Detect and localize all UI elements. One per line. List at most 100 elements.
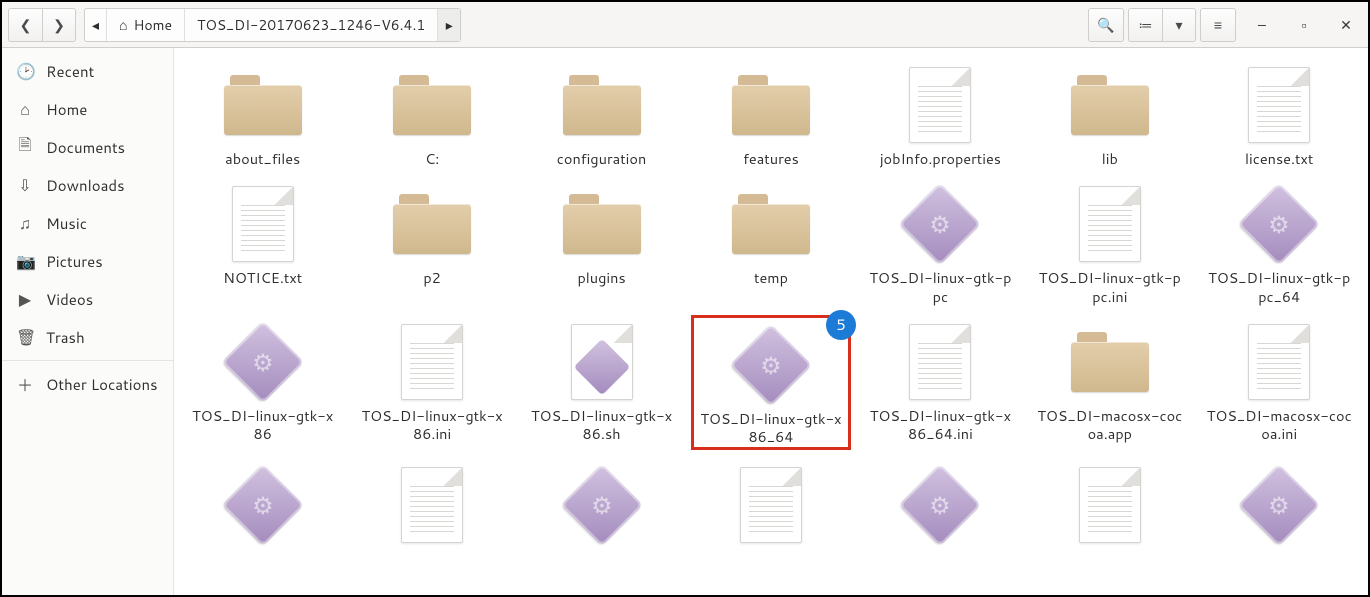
file-label: about_files (225, 150, 300, 169)
sidebar-item-label: Other Locations (46, 374, 158, 395)
file-label: TOS_DI-linux-gtk-x86.sh (527, 407, 677, 445)
exec-icon: ⚙ (1234, 183, 1324, 265)
sidebar-item-label: Videos (46, 289, 93, 310)
file-item[interactable]: TOS_DI-macosx-cocoa.app (1030, 315, 1190, 451)
sidebar-icon: ⇩ (16, 174, 34, 197)
file-item[interactable]: jobInfo.properties (860, 58, 1020, 169)
file-label: p2 (423, 269, 441, 288)
file-item[interactable]: TOS_DI-linux-gtk-ppc.ini (1030, 177, 1190, 307)
folder-icon (726, 183, 816, 265)
sidebar-item-trash[interactable]: 🗑Trash (2, 318, 173, 356)
path-current[interactable]: TOS_DI-20170623_1246-V6.4.1 (185, 9, 438, 41)
file-label: TOS_DI-linux-gtk-x86 (188, 407, 338, 445)
file-item[interactable]: configuration (522, 58, 682, 169)
file-item[interactable]: C: (352, 58, 512, 169)
path-next-icon[interactable]: ▸ (438, 9, 460, 41)
chevron-down-icon: ▾ (1175, 15, 1182, 35)
maximize-button[interactable]: ▫ (1288, 9, 1320, 41)
sidebar: 🕑 Recent ⌂Home 🗎 Documents ⇩ Downloads ♫Music📷P… (2, 48, 174, 595)
file-label: TOS_DI-linux-gtk-x86_64 (696, 410, 846, 448)
menu-view-button[interactable]: ▾ (1162, 8, 1196, 42)
sidebar-item-label: Recent (46, 61, 94, 82)
search-button[interactable]: 🔍 (1088, 8, 1124, 42)
file-label: TOS_DI-linux-gtk-ppc.ini (1035, 269, 1185, 307)
file-item[interactable]: TOS_DI-linux-gtk-x86.sh (522, 315, 682, 451)
file-item[interactable]: lib (1030, 58, 1190, 169)
search-icon: 🔍 (1097, 15, 1114, 35)
path-home[interactable]: ⌂ Home (107, 9, 185, 41)
file-item[interactable]: ⚙ (183, 458, 343, 550)
sidebar-item-documents[interactable]: 🗎 Documents (2, 128, 173, 166)
sidebar-item-label: Pictures (46, 251, 103, 272)
file-item[interactable]: TOS_DI-linux-gtk-x86_64.ini (860, 315, 1020, 451)
forward-button[interactable]: ❯ (42, 8, 76, 42)
file-item[interactable]: plugins (522, 177, 682, 307)
file-label: TOS_DI-macosx-cocoa.ini (1204, 407, 1354, 445)
folder-icon (1065, 64, 1155, 146)
sidebar-item-music[interactable]: ♫Music (2, 204, 173, 242)
file-item[interactable]: features (691, 58, 851, 169)
file-item[interactable]: license.txt (1199, 58, 1359, 169)
file-item[interactable]: p2 (352, 177, 512, 307)
file-view: about_files C: configuration features jobInf… (174, 48, 1368, 595)
file-item[interactable]: TOS_DI-linux-gtk-x86.ini (352, 315, 512, 451)
text-icon (1065, 464, 1155, 546)
file-item[interactable]: ⚙ (522, 458, 682, 550)
file-label: jobInfo.properties (880, 150, 1001, 169)
close-button[interactable]: ✕ (1330, 9, 1362, 41)
sidebar-item-recent[interactable]: 🕑 Recent (2, 52, 173, 90)
file-label: TOS_DI-linux-gtk-x86_64.ini (865, 407, 1015, 445)
sidebar-item-pictures[interactable]: 📷Pictures (2, 242, 173, 280)
exec-icon: ⚙ (726, 324, 816, 406)
hamburger-button[interactable]: ≡ (1200, 8, 1236, 42)
sidebar-other-locations[interactable]: ＋ Other Locations (2, 365, 173, 403)
sidebar-item-label: Documents (46, 137, 125, 158)
folder-icon (557, 183, 647, 265)
folder-icon (387, 64, 477, 146)
file-label: TOS_DI-linux-gtk-x86.ini (357, 407, 507, 445)
path-prev-icon[interactable]: ◂ (85, 9, 107, 41)
text-icon (387, 321, 477, 403)
file-item[interactable]: temp (691, 177, 851, 307)
sidebar-item-home[interactable]: ⌂Home (2, 90, 173, 128)
file-item[interactable]: TOS_DI-macosx-cocoa.ini (1199, 315, 1359, 451)
file-item[interactable]: ⚙TOS_DI-linux-gtk-ppc (860, 177, 1020, 307)
file-label: temp (754, 269, 788, 288)
sidebar-item-label: Trash (46, 327, 85, 348)
list-icon: ≔ (1139, 15, 1153, 35)
file-label: TOS_DI-linux-gtk-ppc (865, 269, 1015, 307)
minimize-button[interactable]: – (1246, 9, 1278, 41)
sidebar-icon: 🕑 (16, 60, 34, 83)
back-button[interactable]: ❮ (8, 8, 42, 42)
text-icon (1065, 183, 1155, 265)
file-label: lib (1102, 150, 1118, 169)
file-item[interactable]: ⚙TOS_DI-linux-gtk-ppc_64 (1199, 177, 1359, 307)
file-item[interactable]: about_files (183, 58, 343, 169)
text-icon (1234, 64, 1324, 146)
file-label: plugins (577, 269, 625, 288)
text-icon (895, 321, 985, 403)
path-home-label: Home (133, 15, 172, 35)
text-icon (895, 64, 985, 146)
sidebar-item-downloads[interactable]: ⇩ Downloads (2, 166, 173, 204)
sidebar-item-videos[interactable]: ▶Videos (2, 280, 173, 318)
text-icon (1234, 321, 1324, 403)
sidebar-icon: 🗎 (16, 133, 34, 161)
list-view-button[interactable]: ≔ (1128, 8, 1162, 42)
file-item[interactable] (1030, 458, 1190, 550)
file-label: features (743, 150, 799, 169)
file-item[interactable] (352, 458, 512, 550)
file-label: NOTICE.txt (223, 269, 302, 288)
file-label: C: (425, 150, 439, 169)
file-item[interactable]: ⚙ (1199, 458, 1359, 550)
folder-icon (1065, 321, 1155, 403)
file-item[interactable]: ⚙ (860, 458, 1020, 550)
file-item[interactable]: NOTICE.txt (183, 177, 343, 307)
exec-icon: ⚙ (218, 464, 308, 546)
file-item[interactable]: ⚙TOS_DI-linux-gtk-x86 (183, 315, 343, 451)
file-label: TOS_DI-macosx-cocoa.app (1035, 407, 1185, 445)
file-item[interactable] (691, 458, 851, 550)
step-badge: 5 (826, 310, 856, 340)
file-item[interactable]: 5⚙TOS_DI-linux-gtk-x86_64 (691, 315, 851, 451)
sidebar-item-label: Downloads (46, 175, 125, 196)
